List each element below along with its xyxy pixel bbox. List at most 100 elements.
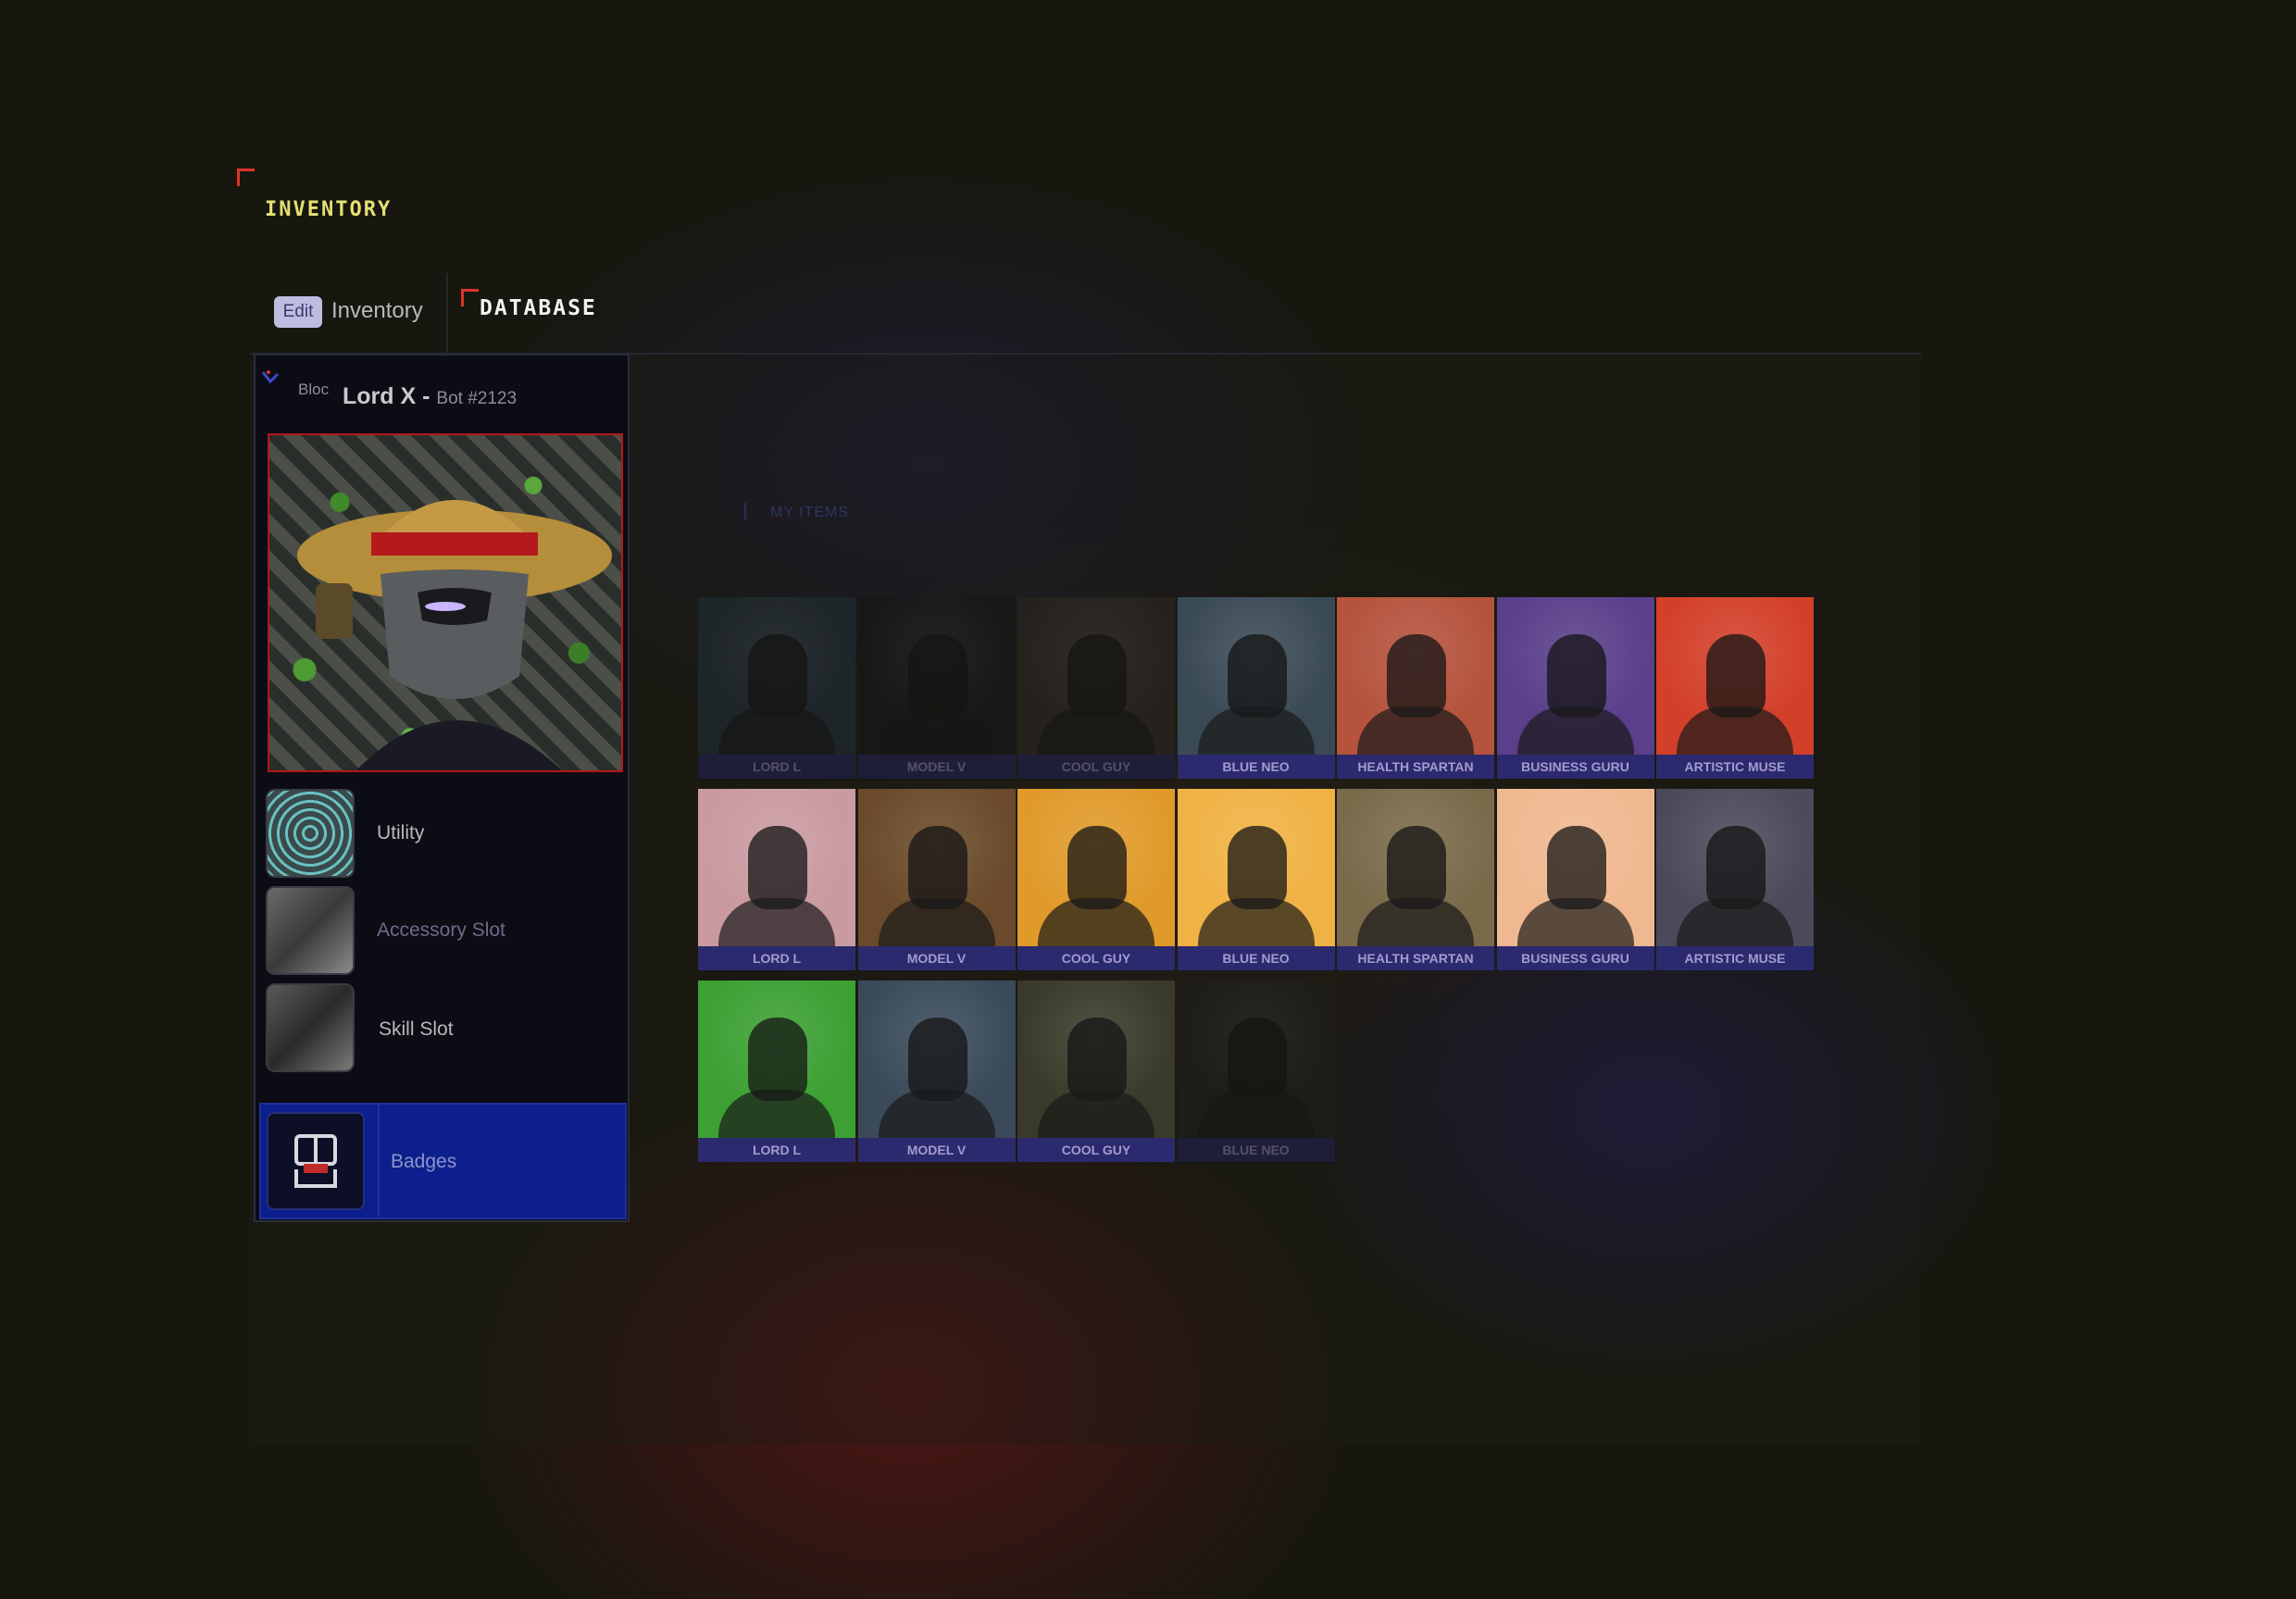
character-body: [1516, 898, 1634, 954]
item-card[interactable]: COOL GUY: [1017, 981, 1175, 1164]
page-title: INVENTORY: [265, 198, 393, 221]
item-label: ARTISTIC MUSE: [1656, 755, 1814, 779]
item-card[interactable]: HEALTH SPARTAN: [1337, 597, 1494, 781]
item-card[interactable]: BLUE NEO: [1177, 789, 1335, 972]
brand-label: Bloc: [298, 381, 330, 398]
items-section-label: MY ITEMS: [770, 505, 850, 520]
item-image: [1337, 789, 1494, 954]
character-head: [748, 826, 807, 909]
character-head: [1706, 634, 1766, 718]
character-head: [748, 1018, 807, 1101]
slot-accessory[interactable]: Accessory Slot: [266, 886, 627, 982]
item-image: [1656, 789, 1814, 954]
item-label: BLUE NEO: [1177, 946, 1335, 970]
skill-thumbnail: [266, 983, 355, 1072]
bot-id: Bot #2123: [436, 389, 518, 408]
item-image: [698, 981, 855, 1145]
item-dim-overlay: [857, 597, 1016, 781]
edit-button[interactable]: Edit: [274, 296, 322, 328]
item-image: [1337, 597, 1494, 762]
character-head: [1067, 1018, 1127, 1101]
item-image: [1496, 789, 1654, 954]
item-label: HEALTH SPARTAN: [1337, 755, 1494, 779]
character-head: [1387, 634, 1446, 718]
item-label: COOL GUY: [1017, 1138, 1175, 1162]
character-head: [1387, 826, 1446, 909]
character-body: [1677, 706, 1793, 762]
item-card[interactable]: HEALTH SPARTAN: [1337, 789, 1494, 972]
item-image: [1656, 597, 1814, 762]
item-card[interactable]: COOL GUY: [1017, 597, 1175, 781]
character-body: [1357, 706, 1474, 762]
bloc-logo-icon: [261, 370, 280, 384]
bot-portrait-art: [297, 500, 612, 770]
item-card[interactable]: BLUE NEO: [1177, 981, 1335, 1164]
item-card[interactable]: ARTISTIC MUSE: [1656, 597, 1814, 781]
item-card[interactable]: COOL GUY: [1017, 789, 1175, 972]
character-body: [718, 1090, 835, 1145]
character-body: [1677, 898, 1793, 954]
character-body: [1038, 1090, 1154, 1145]
bot-portrait[interactable]: [268, 433, 623, 772]
item-label: BLUE NEO: [1177, 755, 1335, 779]
item-card[interactable]: LORD L: [698, 981, 855, 1164]
item-label: HEALTH SPARTAN: [1337, 946, 1494, 970]
item-image: [1177, 789, 1335, 954]
slot-label: Utility: [377, 822, 425, 843]
item-card[interactable]: MODEL V: [857, 597, 1016, 781]
character-head: [1546, 826, 1606, 909]
item-card[interactable]: MODEL V: [857, 981, 1016, 1164]
item-label: MODEL V: [857, 1138, 1016, 1162]
item-label: BUSINESS GURU: [1496, 946, 1654, 970]
character-head: [907, 1018, 967, 1101]
item-image: [1017, 981, 1175, 1145]
character-head: [1546, 634, 1606, 718]
badges-thumbnail: [267, 1112, 365, 1210]
character-head: [1067, 826, 1127, 909]
character-body: [1357, 898, 1474, 954]
character-body: [1038, 898, 1154, 954]
character-head: [1227, 826, 1287, 909]
slot-label: Skill Slot: [379, 1018, 454, 1040]
badges-separator: [378, 1105, 380, 1218]
character-body: [878, 1090, 995, 1145]
item-dim-overlay: [1177, 981, 1335, 1164]
item-card[interactable]: LORD L: [698, 789, 855, 972]
character-head: [907, 826, 967, 909]
tab-divider: [446, 273, 448, 353]
item-card[interactable]: ARTISTIC MUSE: [1656, 789, 1814, 972]
item-image: [857, 981, 1016, 1145]
character-body: [718, 898, 835, 954]
item-label: LORD L: [698, 1138, 855, 1162]
item-card[interactable]: BUSINESS GURU: [1496, 597, 1654, 781]
bot-name: Lord X - Bot #2123: [343, 383, 517, 410]
tab-inventory[interactable]: Inventory: [331, 298, 423, 324]
character-body: [1516, 706, 1634, 762]
item-image: [1017, 789, 1175, 954]
item-card[interactable]: BLUE NEO: [1177, 597, 1335, 781]
slot-utility[interactable]: Utility: [266, 789, 627, 885]
item-card[interactable]: MODEL V: [857, 789, 1016, 972]
item-image: [1177, 597, 1335, 762]
item-label: COOL GUY: [1017, 946, 1175, 970]
item-dim-overlay: [698, 597, 855, 781]
badges-label: Badges: [391, 1151, 457, 1172]
character-body: [1197, 706, 1315, 762]
badge-icon: [294, 1134, 337, 1188]
slot-skill[interactable]: Skill Slot: [266, 983, 627, 1080]
accessory-thumbnail: [266, 886, 355, 975]
corner-accent: [461, 289, 479, 306]
tab-database[interactable]: DATABASE: [480, 296, 597, 320]
item-card[interactable]: BUSINESS GURU: [1496, 789, 1654, 972]
item-card[interactable]: LORD L: [698, 597, 855, 781]
item-label: MODEL V: [857, 946, 1016, 970]
character-body: [878, 898, 995, 954]
utility-thumbnail: [266, 789, 355, 878]
item-image: [1496, 597, 1654, 762]
badges-slot[interactable]: Badges: [259, 1103, 627, 1219]
slot-label: Accessory Slot: [377, 919, 505, 941]
item-label: ARTISTIC MUSE: [1656, 946, 1814, 970]
items-icon: [744, 503, 746, 519]
character-body: [1197, 898, 1315, 954]
corner-accent: [237, 169, 255, 186]
